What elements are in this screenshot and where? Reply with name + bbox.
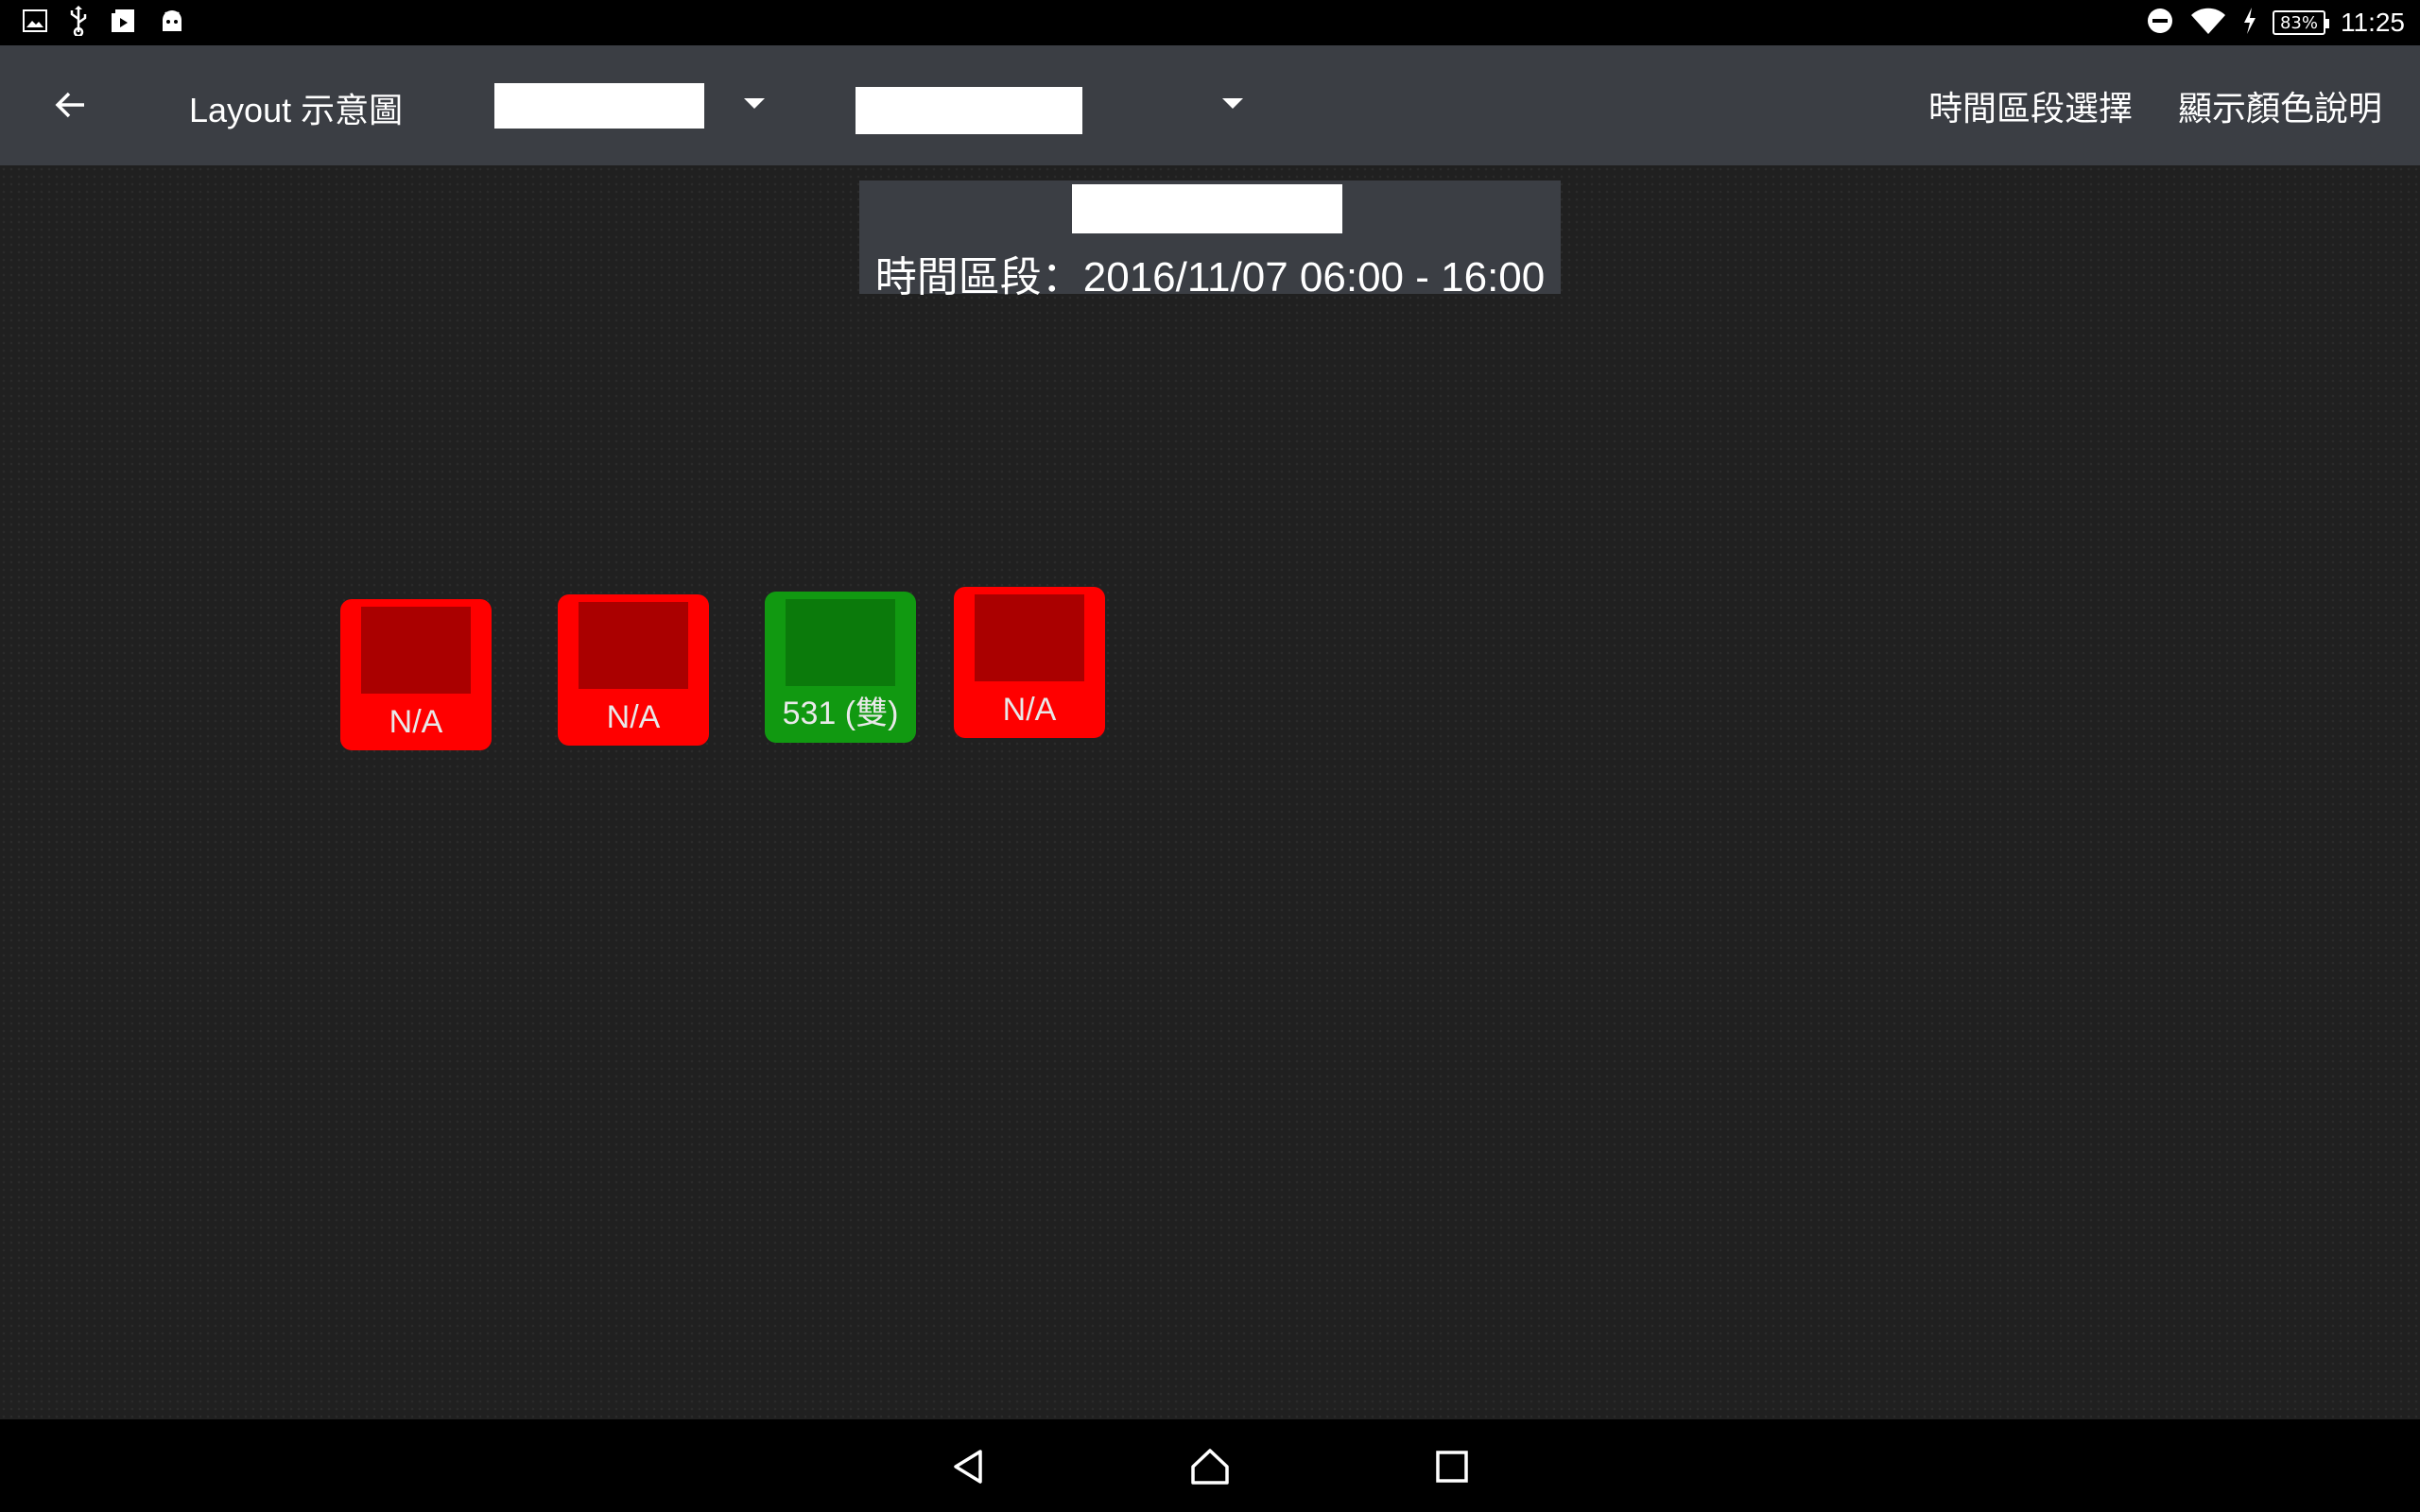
machine-tile-indicator (361, 607, 471, 694)
clock: 11:25 (2341, 8, 2405, 37)
machine-tile-indicator (786, 599, 895, 686)
system-icons: 83% 11:25 (2146, 4, 2405, 42)
picture-icon (23, 9, 47, 36)
arrow-left-icon (55, 92, 84, 118)
nav-recents-button[interactable] (1424, 1438, 1480, 1495)
nav-back-button[interactable] (941, 1438, 997, 1495)
line-select-dropdown[interactable] (494, 83, 704, 129)
machine-tile[interactable]: N/A (340, 599, 492, 750)
charging-icon (2242, 8, 2257, 38)
layout-canvas: 時間區段：2016/11/07 06:00 - 16:00 N/A N/A 53… (0, 165, 2420, 1419)
time-period-select-button[interactable]: 時間區段選擇 (1928, 81, 2133, 130)
machine-select-dropdown[interactable] (856, 87, 1082, 134)
page-title: Layout 示意圖 (189, 91, 404, 129)
machine-tile[interactable]: 531 (雙) (765, 592, 916, 743)
android-icon (159, 9, 185, 37)
chevron-down-icon[interactable] (1222, 98, 1243, 109)
dnd-icon (2146, 7, 2174, 39)
app-bar: Layout 示意圖 時間區段選擇 顯示顏色說明 (0, 45, 2420, 165)
redacted-title (1072, 184, 1342, 233)
machine-tile-indicator (975, 594, 1084, 681)
machine-tile-indicator (579, 602, 688, 689)
square-recents-icon (1436, 1451, 1468, 1483)
usb-icon (68, 6, 89, 40)
machine-tile-label: N/A (1002, 692, 1057, 728)
machine-tile[interactable]: N/A (558, 594, 709, 746)
notification-icons (23, 6, 185, 40)
home-icon (1191, 1449, 1229, 1485)
machine-tile[interactable]: N/A (954, 587, 1105, 738)
wifi-icon (2189, 6, 2227, 40)
status-bar: 83% 11:25 (0, 0, 2420, 45)
machine-tile-label: N/A (389, 704, 443, 740)
triangle-back-icon (954, 1450, 982, 1484)
period-banner: 時間區段：2016/11/07 06:00 - 16:00 (859, 180, 1561, 301)
show-color-legend-button[interactable]: 顯示顏色說明 (2178, 81, 2382, 130)
navigation-bar (0, 1419, 2420, 1512)
battery-indicator: 83% (2273, 10, 2329, 35)
machine-tile-label: N/A (606, 699, 661, 735)
chevron-down-icon[interactable] (744, 98, 765, 109)
time-period-label: 時間區段：2016/11/07 06:00 - 16:00 (874, 254, 1546, 301)
video-icon (110, 8, 138, 38)
machine-tile-label: 531 (雙) (782, 696, 899, 731)
back-button[interactable] (38, 72, 104, 138)
nav-home-button[interactable] (1182, 1438, 1238, 1495)
